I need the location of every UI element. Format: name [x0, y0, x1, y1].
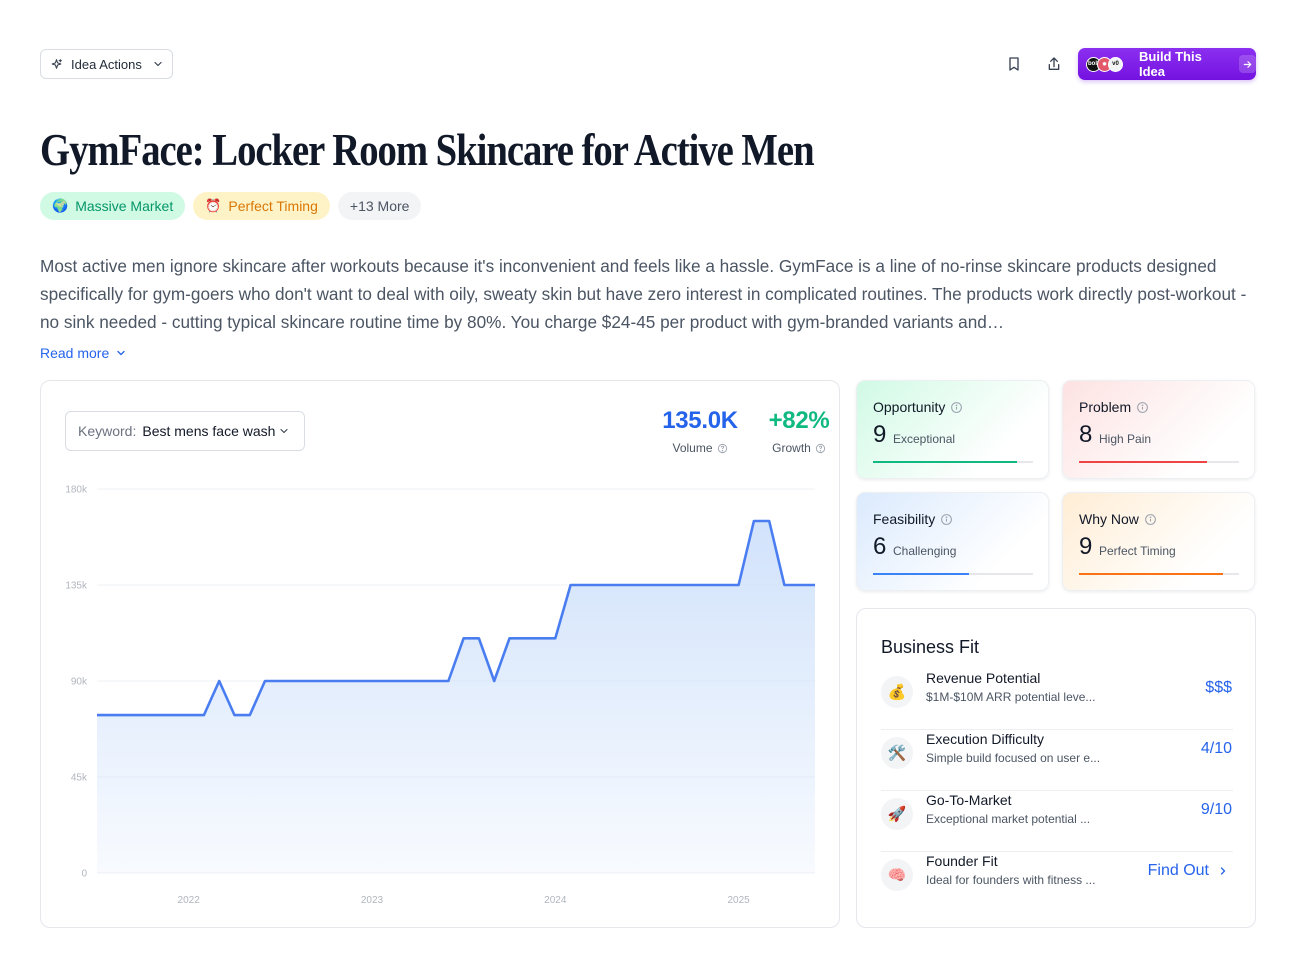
x-tick-label: 2023 [361, 895, 384, 906]
y-tick-label: 135k [65, 581, 88, 592]
chevron-down-icon [152, 58, 164, 70]
money-bag-icon: 💰 [881, 676, 913, 708]
fit-sub: Exceptional market potential ... [926, 812, 1091, 826]
fit-value: $$$ [1205, 679, 1232, 696]
brain-icon: 🧠 [881, 859, 913, 891]
trend-area [97, 521, 815, 873]
page-title: GymFace: Locker Room Skincare for Active… [40, 125, 815, 175]
share-icon[interactable] [1042, 52, 1066, 76]
score-label: Feasibility [873, 511, 936, 527]
fit-row-go-to-market[interactable]: 🚀 Go-To-Market Exceptional market potent… [881, 791, 1233, 852]
score-card-opportunity[interactable]: Opportunity 9 Exceptional [856, 380, 1049, 479]
fit-sub: Ideal for founders with fitness ... [926, 873, 1096, 887]
bookmark-icon[interactable] [1002, 52, 1026, 76]
fit-name: Go-To-Market [926, 792, 1012, 808]
tag-list: 🌍 Massive Market ⏰ Perfect Timing +13 Mo… [40, 192, 422, 220]
builder-avatars: bolt ✹ v0 [1086, 56, 1123, 72]
rocket-icon: 🚀 [881, 798, 913, 830]
fit-name: Revenue Potential [926, 670, 1041, 686]
score-desc: High Pain [1099, 432, 1152, 446]
info-icon[interactable] [1136, 401, 1149, 414]
tools-icon: 🛠️ [881, 737, 913, 769]
tag-massive-market[interactable]: 🌍 Massive Market [40, 192, 186, 220]
x-tick-label: 2024 [544, 895, 567, 906]
fit-value: 4/10 [1200, 740, 1232, 757]
idea-actions-label: Idea Actions [71, 56, 142, 72]
find-out-label: Find Out [1147, 862, 1209, 879]
x-tick-label: 2022 [178, 895, 201, 906]
info-icon[interactable] [940, 513, 953, 526]
score-card-problem[interactable]: Problem 8 High Pain [1062, 380, 1255, 479]
fit-name: Execution Difficulty [926, 731, 1045, 747]
chevron-right-icon [1220, 867, 1226, 875]
score-value: 8 [1079, 421, 1093, 448]
trend-chart: 0 45k 90k 135k 180k 2022 2023 2024 2025 [65, 485, 815, 906]
v0-avatar: v0 [1108, 56, 1123, 72]
chevron-down-icon [117, 350, 125, 356]
find-out-link[interactable]: Find Out [1148, 862, 1229, 880]
score-card-feasibility[interactable]: Feasibility 6 Challenging [856, 492, 1049, 591]
score-label: Problem [1079, 399, 1132, 415]
y-tick-label: 90k [71, 677, 88, 688]
alarm-clock-icon: ⏰ [205, 198, 222, 213]
idea-description: Most active men ignore skincare after wo… [40, 256, 1247, 332]
sparkle-icon [50, 58, 63, 71]
score-desc: Exceptional [893, 432, 956, 446]
y-tick-label: 0 [81, 869, 87, 880]
tag-label: +13 More [349, 198, 410, 214]
tag-more-button[interactable]: +13 More [337, 192, 422, 220]
fit-sub: $1M-$10M ARR potential leve... [926, 690, 1096, 704]
score-bar [873, 573, 1033, 575]
globe-icon: 🌍 [52, 198, 69, 213]
keyword-trend-card: Keyword: Best mens face wash 135.0K Volu… [40, 380, 840, 928]
fit-sub: Simple build focused on user e... [926, 751, 1101, 765]
score-bar [1079, 573, 1239, 575]
fit-row-revenue-potential[interactable]: 💰 Revenue Potential $1M-$10M ARR potenti… [881, 669, 1233, 730]
score-bar [1079, 461, 1239, 463]
score-value: 9 [1079, 533, 1093, 560]
arrow-right-icon [1238, 55, 1256, 73]
read-more-link[interactable]: Read more [40, 345, 127, 361]
business-fit-title: Business Fit [881, 637, 980, 657]
score-desc: Perfect Timing [1099, 544, 1176, 558]
fit-value: 9/10 [1200, 801, 1232, 818]
idea-actions-button[interactable]: Idea Actions [40, 49, 173, 79]
score-bar [873, 461, 1033, 463]
build-button-label: Build This Idea [1139, 49, 1202, 79]
read-more-label: Read more [40, 345, 110, 361]
y-tick-label: 180k [65, 485, 88, 496]
score-label: Why Now [1079, 511, 1139, 527]
tag-label: Massive Market [75, 198, 174, 214]
tag-label: Perfect Timing [228, 198, 318, 214]
score-value: 9 [873, 421, 887, 448]
x-tick-label: 2025 [727, 895, 750, 906]
score-value: 6 [873, 533, 887, 560]
info-icon[interactable] [1144, 513, 1157, 526]
y-tick-label: 45k [71, 773, 88, 784]
score-card-why-now[interactable]: Why Now 9 Perfect Timing [1062, 492, 1255, 591]
business-fit-card: Business Fit 💰 Revenue Potential $1M-$10… [856, 608, 1256, 928]
score-label: Opportunity [873, 399, 946, 415]
fit-row-founder-fit[interactable]: 🧠 Founder Fit Ideal for founders with fi… [881, 852, 1233, 913]
fit-row-execution-difficulty[interactable]: 🛠️ Execution Difficulty Simple build foc… [881, 730, 1233, 791]
fit-name: Founder Fit [926, 853, 998, 869]
score-desc: Challenging [893, 544, 957, 558]
tag-perfect-timing[interactable]: ⏰ Perfect Timing [193, 192, 330, 220]
top-bar: Idea Actions bolt ✹ v0 Build This Idea [40, 48, 1256, 80]
info-icon[interactable] [950, 401, 963, 414]
build-this-idea-button[interactable]: bolt ✹ v0 Build This Idea [1078, 48, 1256, 80]
